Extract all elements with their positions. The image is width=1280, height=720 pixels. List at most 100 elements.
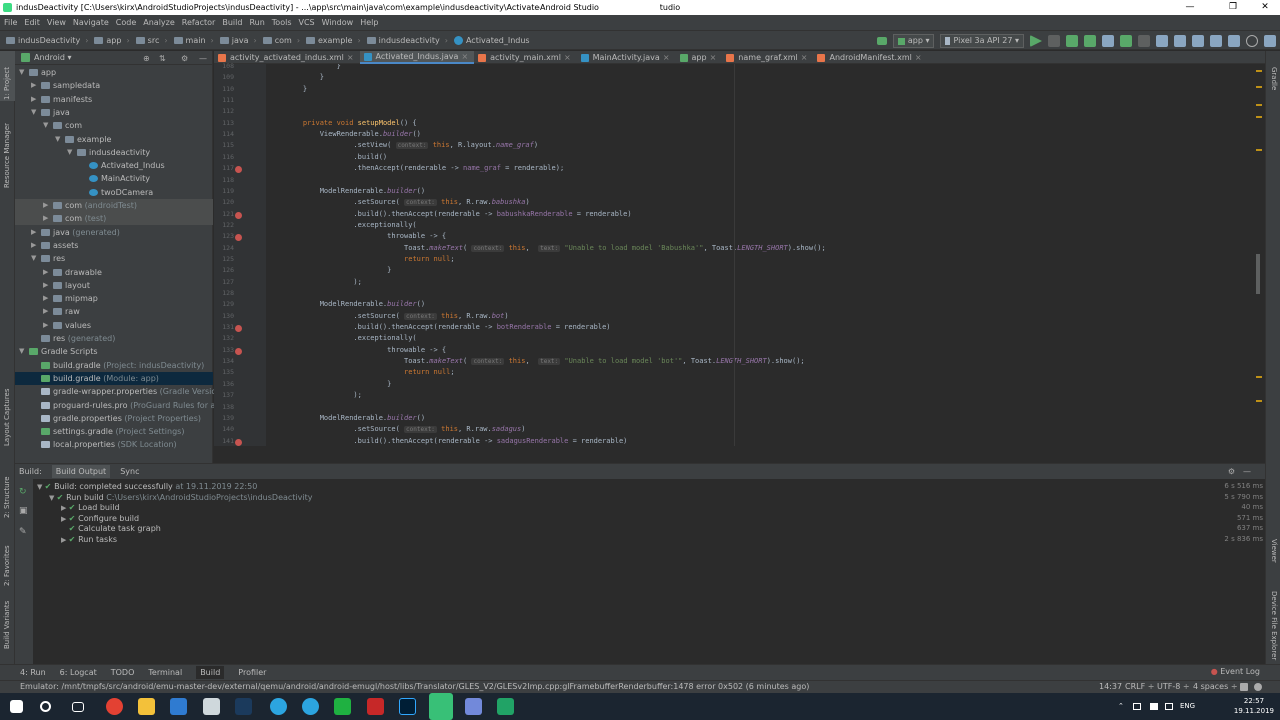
tree-item[interactable]: ▶ mipmap xyxy=(15,292,213,305)
expand-arrow-icon[interactable]: ▶ xyxy=(61,536,69,544)
favorites-tab[interactable]: 2: Favorites xyxy=(3,531,11,586)
hide-panel-icon[interactable]: — xyxy=(199,54,207,63)
code-line[interactable]: return null; xyxy=(286,368,455,376)
breadcrumb-item[interactable]: src › xyxy=(135,36,168,45)
expand-arrow-icon[interactable]: ▼ xyxy=(31,106,36,119)
collapse-arrow-icon[interactable]: ▶ xyxy=(31,239,36,252)
attach-debugger-icon[interactable] xyxy=(1102,35,1114,47)
editor-scrollbar[interactable] xyxy=(1256,64,1264,446)
bottom-tab-build[interactable]: Build xyxy=(196,666,225,679)
messenger-icon[interactable] xyxy=(334,698,351,715)
filter-icon[interactable]: ▣ xyxy=(19,506,28,516)
file-explorer-icon[interactable] xyxy=(138,698,155,715)
code-line[interactable]: ModelRenderable.builder() xyxy=(286,300,425,308)
tree-item[interactable]: ▶ sampledata xyxy=(15,79,213,92)
clock[interactable]: 22:57 19.11.2019 xyxy=(1234,696,1274,716)
tree-item[interactable]: ▶ assets xyxy=(15,239,213,252)
build-tree-item[interactable]: ▶ ✔ Run tasks xyxy=(61,534,117,545)
build-tree-item[interactable]: ▶ ✔ Configure build xyxy=(61,513,139,524)
menu-build[interactable]: Build xyxy=(222,18,242,27)
menu-window[interactable]: Window xyxy=(322,18,354,27)
indent-setting[interactable]: 4 spaces ÷ xyxy=(1193,681,1238,693)
code-line[interactable]: ModelRenderable.builder() xyxy=(286,187,425,195)
breadcrumb-item[interactable]: main › xyxy=(173,36,214,45)
bottom-tab-todo[interactable]: TODO xyxy=(111,668,135,677)
code-line[interactable]: } xyxy=(286,380,391,388)
tree-item[interactable]: ▶ layout xyxy=(15,279,213,292)
device-select[interactable]: Pixel 3a API 27 ▾ xyxy=(940,34,1024,48)
expand-arrow-icon[interactable]: ▼ xyxy=(55,133,60,146)
telegram-alt-icon[interactable] xyxy=(302,698,319,715)
tree-item[interactable]: build.gradle (Project: indusDeactivity) xyxy=(15,359,213,372)
code-line[interactable]: private void setupModel() { xyxy=(286,119,417,127)
bottom-tab-logcat[interactable]: 6: Logcat xyxy=(60,668,97,677)
collapse-all-icon[interactable]: ⇅ xyxy=(159,54,166,63)
collapse-arrow-icon[interactable]: ▶ xyxy=(43,292,48,305)
line-separator[interactable]: CRLF ÷ xyxy=(1125,681,1154,693)
hammer-icon[interactable] xyxy=(876,37,887,45)
code-line[interactable]: Toast.makeText( context: this, text: "Un… xyxy=(286,357,805,366)
resource-manager-tab[interactable]: Resource Manager xyxy=(3,113,11,188)
build-tree-item[interactable]: ▶ ✔ Load build xyxy=(61,502,120,513)
menu-help[interactable]: Help xyxy=(360,18,378,27)
editor-tab[interactable]: AndroidManifest.xml × xyxy=(813,51,927,64)
excel-icon[interactable] xyxy=(497,698,514,715)
tree-item[interactable]: ▼ example xyxy=(15,133,213,146)
tree-item[interactable]: ▶ values xyxy=(15,319,213,332)
menu-analyze[interactable]: Analyze xyxy=(143,18,175,27)
code-line[interactable]: .build() xyxy=(286,153,387,161)
tree-item[interactable]: MainActivity xyxy=(15,172,213,185)
avd-manager-icon[interactable] xyxy=(1174,35,1186,47)
code-line[interactable]: } xyxy=(286,266,391,274)
editor-tab[interactable]: activity_activated_indus.xml × xyxy=(214,51,360,64)
layout-captures-tab[interactable]: Layout Captures xyxy=(3,386,11,446)
project-view-select[interactable]: Android xyxy=(34,53,65,62)
tree-item[interactable]: ▼ indusdeactivity xyxy=(15,146,213,159)
editor-tab[interactable]: app × xyxy=(676,51,723,64)
tree-item[interactable]: ▼ com xyxy=(15,119,213,132)
status-message[interactable]: Emulator: /mnt/tmpfs/src/android/emu-mas… xyxy=(20,682,809,691)
structure-tab[interactable]: 2: Structure xyxy=(3,468,11,518)
hide-panel-icon[interactable]: — xyxy=(1243,467,1251,476)
build-variants-tab[interactable]: Build Variants xyxy=(3,599,11,649)
tree-item[interactable]: ▼ Gradle Scripts xyxy=(15,345,213,358)
editor-tab[interactable]: MainActivity.java × xyxy=(577,51,676,64)
photoshop-icon[interactable] xyxy=(399,698,416,715)
expand-arrow-icon[interactable]: ▼ xyxy=(19,66,24,79)
run-icon[interactable] xyxy=(1030,35,1042,47)
code-line[interactable]: } xyxy=(286,85,307,93)
breakpoint-icon[interactable] xyxy=(235,347,242,355)
layout-inspector-icon[interactable] xyxy=(1210,35,1222,47)
gradle-tab[interactable]: Gradle xyxy=(1270,67,1278,90)
tree-item[interactable]: gradle-wrapper.properties (Gradle Versio… xyxy=(15,385,224,398)
filezilla-icon[interactable] xyxy=(367,698,384,715)
bottom-tab-terminal[interactable]: Terminal xyxy=(148,668,182,677)
code-line[interactable]: .thenAccept(renderable -> name_graf = re… xyxy=(286,164,564,172)
tree-item[interactable]: settings.gradle (Project Settings) xyxy=(15,425,213,438)
code-line[interactable]: Toast.makeText( context: this, text: "Un… xyxy=(286,244,826,252)
tree-item[interactable]: ▶ drawable xyxy=(15,266,213,279)
android-studio-taskbar-icon[interactable] xyxy=(429,693,453,720)
search-icon[interactable] xyxy=(40,701,51,712)
language-indicator[interactable]: ENG xyxy=(1180,702,1195,710)
expand-arrow-icon[interactable]: ▼ xyxy=(37,483,45,491)
breadcrumb-item[interactable]: example › xyxy=(306,36,361,45)
code-line[interactable]: return null; xyxy=(286,255,455,263)
viewer-tab[interactable]: Viewer xyxy=(1270,539,1278,563)
breadcrumb-item[interactable]: java › xyxy=(219,36,257,45)
breadcrumb-item[interactable]: indusdeactivity › xyxy=(366,36,448,45)
menu-tools[interactable]: Tools xyxy=(272,18,292,27)
tree-item[interactable]: ▶ com (test) xyxy=(15,212,213,226)
menu-view[interactable]: View xyxy=(47,18,66,27)
close-button[interactable]: ✕ xyxy=(1250,0,1280,15)
discord-icon[interactable] xyxy=(465,698,482,715)
store-icon[interactable] xyxy=(170,698,187,715)
menu-refactor[interactable]: Refactor xyxy=(182,18,216,27)
build-tree-item[interactable]: ✔ Calculate task graph xyxy=(61,523,161,534)
menu-navigate[interactable]: Navigate xyxy=(73,18,109,27)
steam-icon[interactable] xyxy=(235,698,252,715)
device-file-explorer-tab[interactable]: Device File Explorer xyxy=(1270,591,1278,660)
tree-item[interactable]: local.properties (SDK Location) xyxy=(15,438,213,451)
windows-start-icon[interactable] xyxy=(10,700,23,713)
project-structure-icon[interactable] xyxy=(1228,35,1240,47)
